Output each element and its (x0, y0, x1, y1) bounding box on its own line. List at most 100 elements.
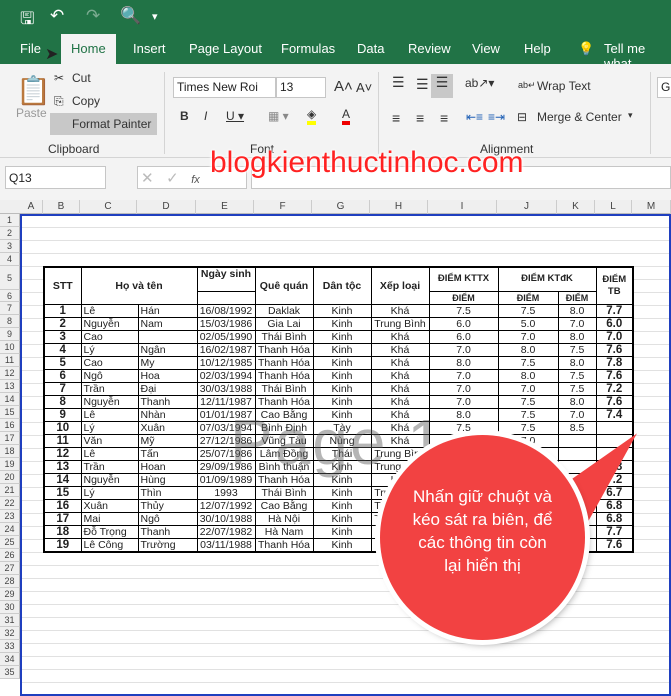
cell-hometown[interactable]: Thanh Hóa (254, 537, 314, 552)
tab-data[interactable]: Data (357, 41, 384, 56)
cell-ktdk1[interactable]: 7.5 (497, 420, 559, 435)
cell-rank[interactable]: Khá (370, 342, 430, 357)
cell-stt[interactable]: 17 (43, 511, 82, 526)
cell-rank[interactable]: Khá (370, 329, 430, 344)
orientation-icon[interactable]: ab↗▾ (465, 76, 494, 90)
cell-first-name[interactable]: Nguyễn (80, 316, 139, 331)
cell-dob[interactable]: 22/07/1982 (196, 524, 256, 539)
cell-stt[interactable]: 16 (43, 498, 82, 513)
cell-last-name[interactable]: Hán (137, 303, 198, 318)
cell-first-name[interactable]: Cao (80, 329, 139, 344)
cell-ktdk2[interactable]: 7.5 (557, 342, 597, 357)
cell-ktdk2[interactable]: 7.5 (557, 368, 597, 383)
cut-button[interactable]: Cut (72, 71, 91, 85)
cell-ktdk2[interactable]: 8.5 (557, 420, 597, 435)
cell-ethnicity[interactable]: Kinh (312, 355, 372, 370)
cell-ktdk1[interactable]: 7.5 (497, 394, 559, 409)
row-header-21[interactable]: 21 (0, 484, 20, 497)
wrap-text-button[interactable]: Wrap Text (537, 79, 591, 93)
cell-last-name[interactable]: Thủy (137, 498, 198, 513)
column-header-M[interactable]: M (632, 200, 671, 214)
cell-ethnicity[interactable]: Kinh (312, 329, 372, 344)
cell-stt[interactable]: 6 (43, 368, 82, 383)
row-header-32[interactable]: 32 (0, 627, 20, 640)
cell-ethnicity[interactable]: Kinh (312, 303, 372, 318)
cell-stt[interactable]: 12 (43, 446, 82, 461)
cell-rank[interactable]: Khá (370, 303, 430, 318)
cell-kttx[interactable]: 6.0 (428, 329, 499, 344)
cell-first-name[interactable]: Xuân (80, 498, 139, 513)
tab-formulas[interactable]: Formulas (281, 41, 335, 56)
cell-stt[interactable]: 10 (43, 420, 82, 435)
cell-kttx[interactable]: 7.0 (428, 342, 499, 357)
redo-icon[interactable]: ↷ (86, 6, 100, 26)
save-icon[interactable]: 🖫 (20, 6, 34, 35)
align-right-icon[interactable]: ≡ (440, 110, 448, 126)
column-header-B[interactable]: B (43, 200, 80, 214)
cell-ethnicity[interactable]: Kinh (312, 342, 372, 357)
increase-indent-icon[interactable]: ≡⇥ (488, 110, 505, 124)
align-bottom-icon[interactable]: ☰ (431, 74, 453, 98)
font-color-icon[interactable]: A (342, 107, 351, 125)
tab-view[interactable]: View (472, 41, 500, 56)
row-header-22[interactable]: 22 (0, 497, 20, 510)
cell-tb[interactable]: 7.6 (595, 368, 634, 383)
cell-last-name[interactable]: Hùng (137, 472, 198, 487)
tab-help[interactable]: Help (524, 41, 551, 56)
cell-stt[interactable]: 11 (43, 433, 82, 448)
cell-tb[interactable]: 7.6 (595, 537, 634, 552)
cell-last-name[interactable]: Thanh (137, 394, 198, 409)
row-header-18[interactable]: 18 (0, 445, 20, 458)
row-header-29[interactable]: 29 (0, 588, 20, 601)
enter-icon[interactable]: ✓ (166, 170, 179, 187)
cell-ktdk1[interactable]: 8.0 (497, 368, 559, 383)
tab-insert[interactable]: Insert (133, 41, 166, 56)
row-header-13[interactable]: 13 (0, 380, 20, 393)
cell-ktdk1[interactable]: 7.5 (497, 407, 559, 422)
cell-tb[interactable]: 7.0 (595, 329, 634, 344)
name-box[interactable]: Q13 (5, 166, 106, 189)
cell-ktdk2[interactable]: 8.0 (557, 355, 597, 370)
row-header-14[interactable]: 14 (0, 393, 20, 406)
cell-first-name[interactable]: Lý (80, 420, 139, 435)
cell-first-name[interactable]: Nguyễn (80, 394, 139, 409)
cell-dob[interactable]: 1993 (196, 485, 256, 500)
column-header-J[interactable]: J (497, 200, 557, 214)
font-size-select[interactable]: 13 (276, 77, 326, 98)
cell-ethnicity[interactable]: Kinh (312, 368, 372, 383)
cell-last-name[interactable]: Xuân (137, 420, 198, 435)
cell-first-name[interactable]: Đỗ Trọng (80, 524, 139, 539)
align-left-icon[interactable]: ≡ (392, 110, 400, 126)
italic-button[interactable]: I (204, 109, 207, 123)
cell-ktdk2[interactable]: 8.0 (557, 303, 597, 318)
row-header-8[interactable]: 8 (0, 315, 20, 328)
cell-dob[interactable]: 02/03/1994 (196, 368, 256, 383)
row-header-16[interactable]: 16 (0, 419, 20, 432)
row-header-33[interactable]: 33 (0, 640, 20, 653)
cell-ktdk2[interactable]: 7.0 (557, 316, 597, 331)
cell-first-name[interactable]: Ngô (80, 368, 139, 383)
cell-ktdk1[interactable]: 8.0 (497, 342, 559, 357)
cell-stt[interactable]: 5 (43, 355, 82, 370)
row-header-1[interactable]: 1 (0, 214, 20, 227)
tab-review[interactable]: Review (408, 41, 451, 56)
row-header-10[interactable]: 10 (0, 341, 20, 354)
cell-rank[interactable]: Trung Bình (370, 316, 430, 331)
fx-icon[interactable]: fx (191, 174, 200, 186)
cell-ktdk1[interactable]: 7.5 (497, 355, 559, 370)
row-header-27[interactable]: 27 (0, 562, 20, 575)
cell-tb[interactable]: 7.6 (595, 342, 634, 357)
cell-ethnicity[interactable]: Kinh (312, 485, 372, 500)
tab-home[interactable]: Home (61, 34, 116, 64)
cell-stt[interactable]: 8 (43, 394, 82, 409)
cell-ktdk2[interactable]: 8.0 (557, 394, 597, 409)
row-header-7[interactable]: 7 (0, 302, 20, 315)
cell-ktdk1[interactable]: 7.0 (497, 381, 559, 396)
cell-last-name[interactable]: Hoa (137, 368, 198, 383)
fill-color-icon[interactable]: ◈ (307, 107, 317, 125)
borders-icon[interactable]: ▦ ▾ (268, 109, 289, 123)
cell-hometown[interactable]: Thái Bình (254, 329, 314, 344)
cell-kttx[interactable]: 7.0 (428, 368, 499, 383)
column-header-L[interactable]: L (595, 200, 632, 214)
cell-stt[interactable]: 2 (43, 316, 82, 331)
